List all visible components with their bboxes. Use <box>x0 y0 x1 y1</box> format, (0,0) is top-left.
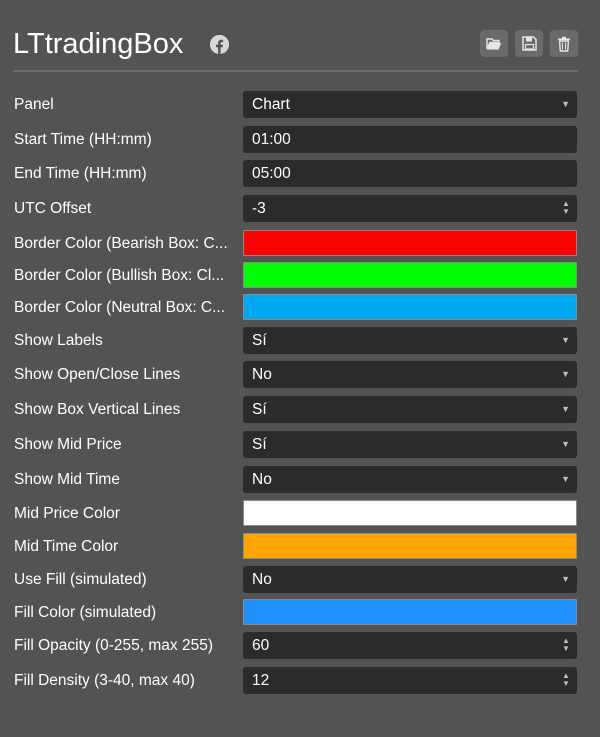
field-value: 12 <box>252 672 270 689</box>
setting-row: Start Time (HH:mm) 01:00 <box>14 126 577 153</box>
setting-label: Border Color (Bullish Box: Cl... <box>14 267 225 284</box>
setting-label: Show Labels <box>14 332 103 349</box>
setting-label: Use Fill (simulated) <box>14 571 147 588</box>
delete-button[interactable] <box>550 30 578 57</box>
setting-row: Border Color (Neutral Box: C... <box>14 294 577 321</box>
toolbar <box>480 30 578 57</box>
chevron-down-icon: ▼ <box>561 474 570 484</box>
field-value: Sí <box>252 436 267 453</box>
floppy-disk-icon <box>521 36 537 51</box>
header-divider <box>13 70 578 72</box>
setting-label: Mid Time Color <box>14 538 119 555</box>
color-swatch[interactable] <box>243 294 577 320</box>
dropdown-select[interactable]: No ▼ <box>243 466 577 493</box>
setting-label: Show Box Vertical Lines <box>14 401 181 418</box>
text-input[interactable]: 01:00 <box>243 126 577 153</box>
setting-row: Border Color (Bearish Box: C... <box>14 230 577 257</box>
dropdown-select[interactable]: Sí ▼ <box>243 396 577 423</box>
setting-row: Show Box Vertical Lines Sí ▼ <box>14 396 577 423</box>
setting-label: Start Time (HH:mm) <box>14 131 152 148</box>
chevron-down-icon: ▼ <box>561 404 570 414</box>
field-value: 60 <box>252 637 270 654</box>
setting-label: End Time (HH:mm) <box>14 165 147 182</box>
number-input[interactable]: -3 ▲ ▼ <box>243 195 577 222</box>
chevron-down-icon: ▼ <box>561 99 570 109</box>
field-value: -3 <box>252 200 266 217</box>
setting-label: Panel <box>14 96 54 113</box>
setting-row: Use Fill (simulated) No ▼ <box>14 566 577 593</box>
setting-label: Border Color (Neutral Box: C... <box>14 299 226 316</box>
color-swatch[interactable] <box>243 230 577 256</box>
setting-label: Fill Color (simulated) <box>14 604 157 621</box>
color-swatch[interactable] <box>243 262 577 288</box>
trash-icon <box>558 36 570 52</box>
setting-row: Fill Density (3-40, max 40) 12 ▲ ▼ <box>14 667 577 694</box>
panel-header: LTtradingBox <box>13 22 578 66</box>
setting-label: Mid Price Color <box>14 505 120 522</box>
setting-label: Fill Density (3-40, max 40) <box>14 672 195 689</box>
color-swatch[interactable] <box>243 533 577 559</box>
spinner-arrows-icon[interactable]: ▲ ▼ <box>562 637 570 654</box>
field-value: Sí <box>252 332 267 349</box>
chevron-down-icon: ▼ <box>561 574 570 584</box>
setting-row: Fill Color (simulated) <box>14 599 577 626</box>
number-input[interactable]: 60 ▲ ▼ <box>243 632 577 659</box>
save-button[interactable] <box>515 30 543 57</box>
setting-row: Show Labels Sí ▼ <box>14 327 577 354</box>
setting-row: Show Open/Close Lines No ▼ <box>14 361 577 388</box>
setting-row: Show Mid Price Sí ▼ <box>14 431 577 458</box>
field-value: Chart <box>252 96 290 113</box>
settings-panel: LTtradingBox Panel Chart ▼ Start Time (H… <box>0 0 600 737</box>
setting-row: End Time (HH:mm) 05:00 <box>14 160 577 187</box>
folder-open-icon <box>486 37 502 49</box>
spinner-arrows-icon[interactable]: ▲ ▼ <box>562 672 570 689</box>
dropdown-select[interactable]: No ▼ <box>243 566 577 593</box>
dropdown-select[interactable]: Chart ▼ <box>243 91 577 118</box>
setting-row: UTC Offset -3 ▲ ▼ <box>14 195 577 222</box>
number-input[interactable]: 12 ▲ ▼ <box>243 667 577 694</box>
setting-row: Panel Chart ▼ <box>14 91 577 118</box>
setting-row: Show Mid Time No ▼ <box>14 466 577 493</box>
setting-row: Border Color (Bullish Box: Cl... <box>14 262 577 289</box>
setting-row: Mid Price Color <box>14 500 577 527</box>
color-swatch[interactable] <box>243 599 577 625</box>
setting-label: Show Open/Close Lines <box>14 366 181 383</box>
chevron-down-icon: ▼ <box>561 369 570 379</box>
field-value: No <box>252 571 272 588</box>
open-button[interactable] <box>480 30 508 57</box>
setting-row: Mid Time Color <box>14 533 577 560</box>
text-input[interactable]: 05:00 <box>243 160 577 187</box>
panel-title: LTtradingBox <box>13 28 184 60</box>
chevron-down-icon: ▼ <box>561 439 570 449</box>
setting-row: Fill Opacity (0-255, max 255) 60 ▲ ▼ <box>14 632 577 659</box>
dropdown-select[interactable]: Sí ▼ <box>243 431 577 458</box>
chevron-down-icon: ▼ <box>561 335 570 345</box>
setting-label: Show Mid Price <box>14 436 122 453</box>
facebook-icon[interactable] <box>210 35 229 54</box>
field-value: Sí <box>252 401 267 418</box>
dropdown-select[interactable]: No ▼ <box>243 361 577 388</box>
field-value: 01:00 <box>252 131 291 148</box>
setting-label: Border Color (Bearish Box: C... <box>14 235 228 252</box>
setting-label: Show Mid Time <box>14 471 120 488</box>
spinner-arrows-icon[interactable]: ▲ ▼ <box>562 200 570 217</box>
setting-label: UTC Offset <box>14 200 92 217</box>
setting-label: Fill Opacity (0-255, max 255) <box>14 637 213 654</box>
field-value: No <box>252 471 272 488</box>
field-value: 05:00 <box>252 165 291 182</box>
color-swatch[interactable] <box>243 500 577 526</box>
dropdown-select[interactable]: Sí ▼ <box>243 327 577 354</box>
field-value: No <box>252 366 272 383</box>
